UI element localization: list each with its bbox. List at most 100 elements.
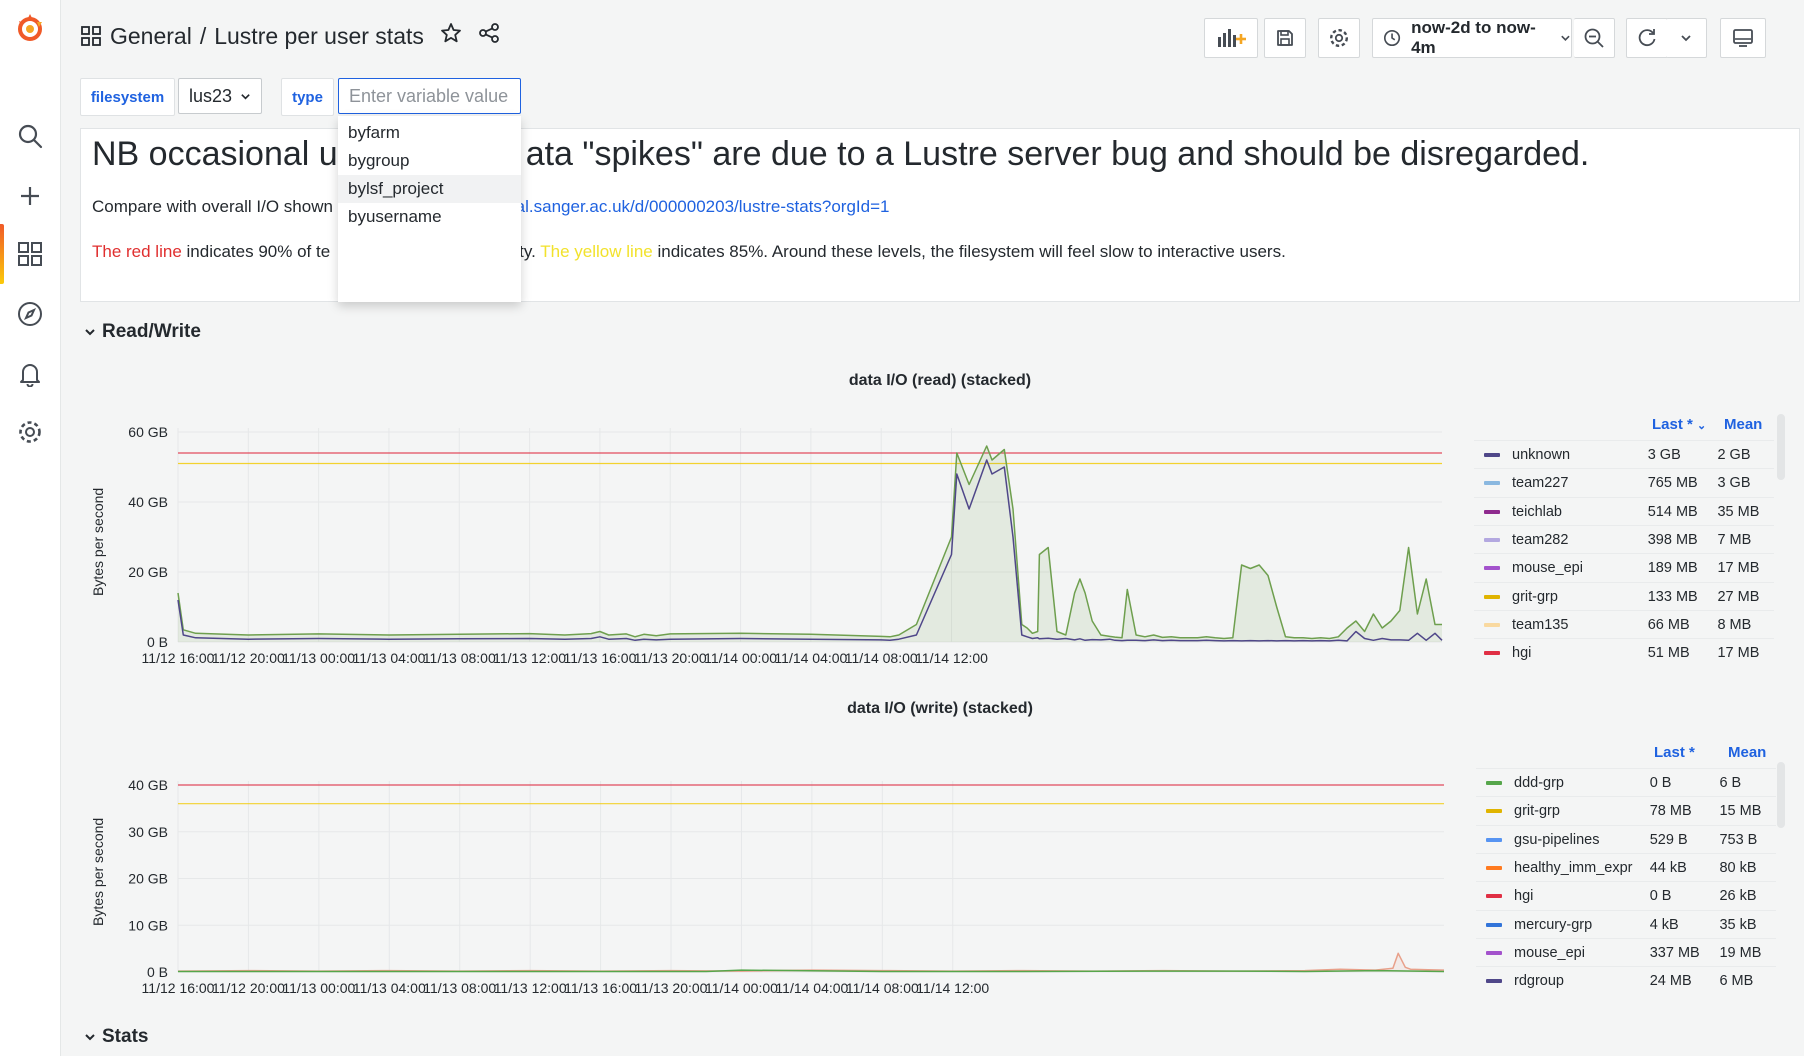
legend-item-unknown[interactable]: unknown 3 GB 2 GB <box>1474 440 1774 469</box>
x-tick-label: 11/13 00:00 <box>282 650 355 666</box>
zoom-out-button[interactable] <box>1574 18 1615 58</box>
share-icon[interactable] <box>478 22 500 50</box>
refresh-button[interactable] <box>1626 18 1668 58</box>
filesystem-select[interactable]: lus23 <box>178 78 262 114</box>
grafana-logo-icon[interactable] <box>14 12 46 44</box>
legend-item-mouse-epi[interactable]: mouse_epi 189 MB 17 MB <box>1474 553 1774 582</box>
dashboard-settings-button[interactable] <box>1318 18 1360 58</box>
row-read-write[interactable]: Read/Write <box>84 321 201 343</box>
x-tick-label: 11/13 08:00 <box>423 980 496 996</box>
lustre-stats-link[interactable]: nternal.sanger.ac.uk/d/000000203/lustre-… <box>477 197 890 216</box>
x-tick-label: 11/12 20:00 <box>212 980 285 996</box>
monitor-icon <box>1733 29 1753 47</box>
legend-item-teichlab[interactable]: teichlab 514 MB 35 MB <box>1474 496 1774 526</box>
cycle-view-mode-button[interactable] <box>1720 18 1766 58</box>
x-tick-label: 11/13 20:00 <box>635 980 708 996</box>
row-stats[interactable]: Stats <box>84 1026 148 1048</box>
legend-item-rdgroup[interactable]: rdgroup 24 MB 6 MB <box>1476 966 1776 995</box>
write-chart[interactable]: 0 B 10 GB 20 GB 30 GB 40 GB 11/12 16:0011/12 … <box>80 758 1450 1010</box>
threshold-line: The red line indicates 90% of te ty. The … <box>92 242 1286 262</box>
dashboards-icon[interactable] <box>14 238 46 270</box>
legend-item-healthy-imm-expr[interactable]: healthy_imm_expr 44 kB 80 kB <box>1476 852 1776 882</box>
legend-item-team282[interactable]: team282 398 MB 7 MB <box>1474 524 1774 554</box>
legend-swatch <box>1486 837 1502 842</box>
legend-mean-value: 6 MB <box>1719 973 1754 990</box>
zoom-out-icon <box>1584 28 1604 48</box>
legend-header-last[interactable]: Last * ⌄ <box>1652 416 1706 440</box>
row-title-stats: Stats <box>102 1026 149 1047</box>
add-panel-icon <box>1218 29 1246 47</box>
legend-item-hgi[interactable]: hgi 0 B 26 kB <box>1476 881 1776 910</box>
legend-mean-value: 2 GB <box>1717 447 1751 463</box>
option-bygroup[interactable]: bygroup <box>338 147 521 175</box>
active-indicator <box>0 224 4 284</box>
legend-series-name: rdgroup <box>1514 973 1564 990</box>
legend-item-grit-grp[interactable]: grit-grp 78 MB 15 MB <box>1476 796 1776 825</box>
side-menu <box>0 0 61 1056</box>
read-legend-scrollbar[interactable] <box>1777 414 1785 480</box>
type-variable-input[interactable] <box>338 78 521 114</box>
legend-item-ddd-grp[interactable]: ddd-grp 0 B 6 B <box>1476 768 1776 797</box>
legend-header-mean[interactable]: Mean <box>1724 416 1762 440</box>
breadcrumb-folder[interactable]: General <box>110 23 192 50</box>
gear-icon[interactable] <box>14 416 46 448</box>
dashboard-title[interactable]: Lustre per user stats <box>214 23 424 50</box>
heading-part-1: NB occasional u <box>92 135 338 173</box>
x-tick-label: 11/13 20:00 <box>634 650 707 666</box>
search-icon[interactable] <box>14 120 46 152</box>
write-legend: Last * Mean ddd-grp 0 B 6 B grit-grp 78 MB 15… <box>1476 744 1776 994</box>
legend-item-mouse-epi[interactable]: mouse_epi 337 MB 19 MB <box>1476 937 1776 967</box>
plus-icon[interactable] <box>14 180 46 212</box>
breadcrumb: General / Lustre per user stats <box>80 22 500 50</box>
x-tick-label: 11/14 00:00 <box>704 650 777 666</box>
y-tick-label: 60 GB <box>128 424 168 440</box>
refresh-interval-dropdown[interactable] <box>1666 18 1707 58</box>
read-chart[interactable]: 0 B 20 GB 40 GB 60 GB 11/12 16:0011/12 20:00… <box>80 410 1450 680</box>
legend-last-value: 189 MB <box>1647 560 1698 577</box>
legend-swatch <box>1486 781 1502 785</box>
legend-mean-value: 6 B <box>1719 775 1742 791</box>
legend-item-team135[interactable]: team135 66 MB 8 MB <box>1474 609 1774 639</box>
yellow-line-text: The yellow line <box>540 242 653 261</box>
chevron-down-icon <box>1561 35 1570 41</box>
legend-header-last[interactable]: Last * <box>1654 744 1695 768</box>
save-icon <box>1277 30 1293 46</box>
compass-explore-icon[interactable] <box>14 298 46 330</box>
write-panel-title[interactable]: data I/O (write) (stacked) <box>80 700 1800 718</box>
x-tick-label: 11/12 16:00 <box>142 650 215 666</box>
legend-last-value: 44 kB <box>1649 859 1687 876</box>
legend-item-gsu-pipelines[interactable]: gsu-pipelines 529 B 753 B <box>1476 824 1776 854</box>
legend-item-hgi[interactable]: hgi 51 MB 17 MB <box>1474 638 1774 667</box>
option-byfarm[interactable]: byfarm <box>338 119 521 147</box>
legend-mean-value: 7 MB <box>1717 531 1752 548</box>
y-tick-label: 0 B <box>147 964 168 980</box>
legend-series-name: hgi <box>1514 888 1534 905</box>
bell-alerting-icon[interactable] <box>14 358 46 390</box>
y-tick-label: 20 GB <box>128 564 168 580</box>
legend-mean-value: 26 kB <box>1719 888 1757 905</box>
chevron-down-icon <box>85 1034 95 1041</box>
read-panel-title[interactable]: data I/O (read) (stacked) <box>80 372 1800 390</box>
legend-mean-value: 80 kB <box>1719 859 1757 876</box>
option-byusername[interactable]: byusername <box>338 203 521 231</box>
legend-item-team227[interactable]: team227 765 MB 3 GB <box>1474 468 1774 497</box>
write-legend-scrollbar[interactable] <box>1777 762 1785 828</box>
save-dashboard-button[interactable] <box>1264 18 1306 58</box>
time-range-label: now-2d to now-4m <box>1411 18 1536 57</box>
star-icon[interactable] <box>440 22 462 50</box>
legend-item-mercury-grp[interactable]: mercury-grp 4 kB 35 kB <box>1476 909 1776 939</box>
series-line-total-stacked- <box>177 952 1445 972</box>
legend-swatch <box>1484 622 1500 627</box>
add-panel-button[interactable] <box>1204 18 1258 58</box>
option-bylsf-project[interactable]: bylsf_project <box>338 175 521 203</box>
time-range-picker[interactable]: now-2d to now-4m <box>1372 18 1572 58</box>
legend-item-grit-grp[interactable]: grit-grp 133 MB 27 MB <box>1474 581 1774 611</box>
refresh-icon <box>1638 29 1656 47</box>
x-tick-label: 11/13 00:00 <box>282 980 355 996</box>
legend-mean-value: 35 MB <box>1717 503 1760 520</box>
legend-mean-value: 35 kB <box>1719 916 1757 933</box>
y-tick-label: 10 GB <box>128 917 168 933</box>
filesystem-value: lus23 <box>189 85 233 106</box>
legend-header-mean[interactable]: Mean <box>1728 744 1766 768</box>
threshold-text-1: indicates 90% of te <box>186 242 331 261</box>
